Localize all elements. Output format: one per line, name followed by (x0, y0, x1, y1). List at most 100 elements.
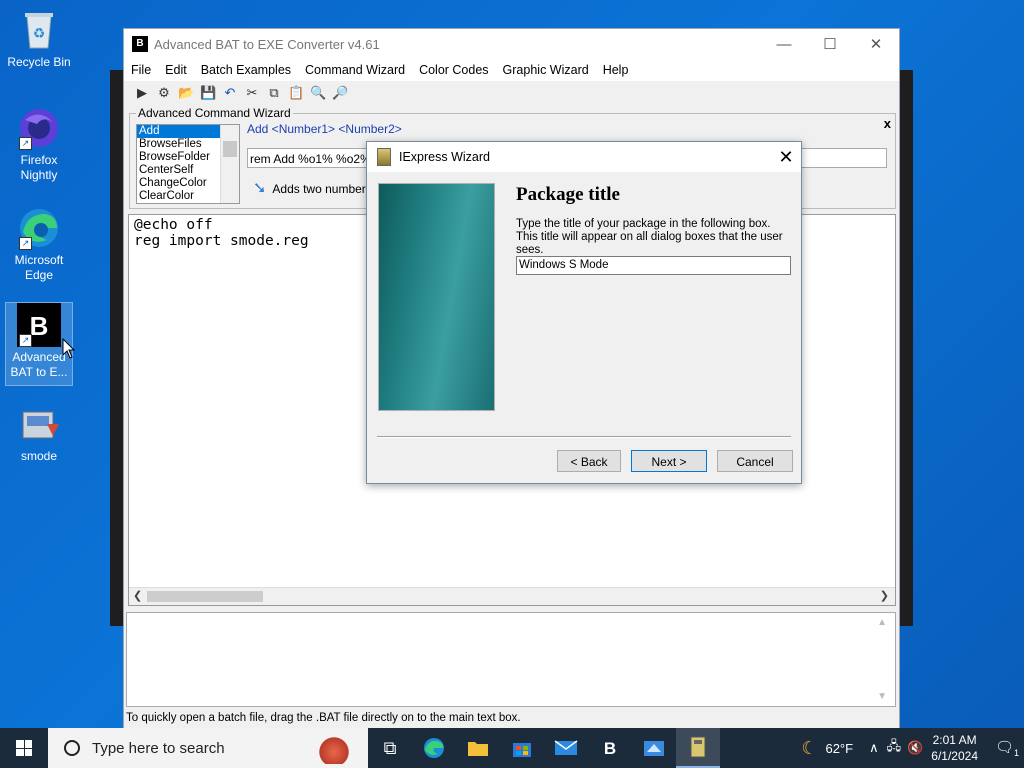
arrow-icon: ➘ (253, 180, 267, 197)
start-button[interactable] (0, 728, 48, 768)
shortcut-arrow-icon: ↗ (19, 237, 32, 250)
iexpress-icon (377, 148, 391, 166)
taskbar-mail[interactable] (544, 728, 588, 768)
menu-bar: File Edit Batch Examples Command Wizard … (124, 59, 899, 81)
notification-button[interactable]: 🗨1 (990, 738, 1024, 758)
dialog-separator (377, 436, 791, 438)
menu-command-wizard[interactable]: Command Wizard (305, 63, 405, 77)
edge-icon: ↗ (17, 206, 61, 250)
iexpress-dialog: IExpress Wizard ✕ Package title Type the… (366, 141, 802, 484)
edge-icon (424, 738, 444, 758)
copy-icon[interactable]: ⧉ (266, 85, 282, 101)
weather-temp[interactable]: 62°F (825, 741, 853, 756)
dialog-close-button[interactable]: ✕ (771, 147, 801, 168)
taskbar-sandbox[interactable] (632, 728, 676, 768)
horizontal-scrollbar[interactable]: ❮ ❯ (129, 587, 895, 605)
iexpress-icon (690, 736, 706, 758)
system-tray: ☾ 62°F ∧ 🖧 🔇 2:01 AM 6/1/2024 🗨1 (801, 728, 1024, 768)
zoom-out-icon[interactable]: 🔎 (332, 85, 348, 101)
title-bar[interactable]: B Advanced BAT to EXE Converter v4.61 — … (124, 29, 899, 59)
command-syntax: Add <Number1> <Number2> (247, 122, 402, 136)
wizard-banner-image (378, 183, 495, 411)
minimize-button[interactable]: — (761, 36, 807, 53)
chevron-up-icon[interactable]: ∧ (869, 740, 879, 756)
undo-icon[interactable]: ↶ (222, 85, 238, 101)
wizard-close-button[interactable]: x (884, 116, 891, 131)
search-icon (64, 740, 80, 756)
dialog-instructions: Type the title of your package in the fo… (516, 218, 783, 256)
desktop-icon-microsoft-edge[interactable]: ↗ Microsoft Edge (6, 206, 72, 283)
bat-converter-icon: B (604, 739, 616, 758)
command-list[interactable]: Add BrowseFiles BrowseFolder CenterSelf … (136, 124, 240, 204)
zoom-in-icon[interactable]: 🔍 (310, 85, 326, 101)
app-icon: B (132, 36, 148, 52)
bat-converter-icon: B ↗ (17, 303, 61, 347)
taskbar-edge[interactable] (412, 728, 456, 768)
paste-icon[interactable]: 📋 (288, 85, 304, 101)
next-button[interactable]: Next > (631, 450, 707, 472)
clock-time: 2:01 AM (932, 733, 977, 747)
search-highlight-icon (318, 734, 350, 764)
scroll-right-icon[interactable]: ❯ (880, 589, 889, 602)
open-folder-icon[interactable]: 📂 (178, 85, 194, 101)
build-icon[interactable]: ⚙ (156, 85, 172, 101)
window-title: Advanced BAT to EXE Converter v4.61 (154, 36, 380, 52)
taskbar-search[interactable]: Type here to search (48, 728, 368, 768)
taskbar-bat-converter[interactable]: B (588, 728, 632, 768)
taskbar-iexpress[interactable] (676, 728, 720, 768)
desktop-icon-label: Firefox Nightly (20, 153, 58, 182)
command-description: ➘ Adds two numbers a (253, 178, 382, 198)
list-scrollbar[interactable] (220, 125, 239, 203)
menu-graphic-wizard[interactable]: Graphic Wizard (503, 63, 589, 77)
status-bar: To quickly open a batch file, drag the .… (126, 712, 521, 724)
output-box[interactable]: ▲ ▼ (126, 612, 896, 707)
desktop-icon-recycle-bin[interactable]: ♻ Recycle Bin (6, 8, 72, 70)
desktop-icon-label: smode (20, 449, 58, 463)
menu-edit[interactable]: Edit (165, 63, 187, 77)
menu-file[interactable]: File (131, 63, 151, 77)
menu-batch-examples[interactable]: Batch Examples (201, 63, 291, 77)
toolbar: ▶ ⚙ 📂 💾 ↶ ✂ ⧉ 📋 🔍 🔎 (124, 81, 899, 105)
dialog-title-bar[interactable]: IExpress Wizard ✕ (367, 142, 801, 172)
package-title-input[interactable]: Windows S Mode (516, 256, 791, 275)
desktop-icon-label: Recycle Bin (7, 55, 71, 69)
run-icon[interactable]: ▶ (134, 85, 150, 101)
scroll-thumb[interactable] (147, 591, 263, 602)
clock-date: 6/1/2024 (931, 749, 978, 763)
cancel-button[interactable]: Cancel (717, 450, 793, 472)
wizard-legend: Advanced Command Wizard (136, 106, 293, 120)
close-button[interactable]: ✕ (853, 35, 899, 53)
back-button[interactable]: < Back (557, 450, 621, 472)
menu-help[interactable]: Help (603, 63, 629, 77)
scroll-up-icon[interactable]: ▲ (877, 617, 887, 628)
desktop-icon-firefox-nightly[interactable]: ↗ Firefox Nightly (6, 106, 72, 183)
save-icon[interactable]: 💾 (200, 85, 216, 101)
network-icon[interactable]: 🖧 (887, 737, 902, 759)
menu-color-codes[interactable]: Color Codes (419, 63, 488, 77)
taskbar-store[interactable] (500, 728, 544, 768)
recycle-bin-icon: ♻ (17, 8, 61, 52)
desktop-icon-smode[interactable]: smode (6, 402, 72, 464)
desktop-icon-label: Microsoft Edge (14, 253, 64, 282)
cut-icon[interactable]: ✂ (244, 85, 260, 101)
taskbar-file-explorer[interactable] (456, 728, 500, 768)
maximize-button[interactable]: ☐ (807, 35, 853, 53)
desktop-icon-label: Advanced BAT to E... (10, 350, 68, 379)
folder-icon (468, 742, 488, 756)
sandbox-icon (644, 741, 664, 756)
scroll-down-icon[interactable]: ▼ (877, 691, 887, 702)
task-view-button[interactable]: ⧉ (368, 728, 412, 768)
notification-icon: 🗨 (994, 739, 1015, 756)
store-icon (513, 743, 531, 757)
dialog-title: IExpress Wizard (399, 150, 490, 164)
shortcut-arrow-icon: ↗ (19, 137, 32, 150)
scroll-thumb[interactable] (223, 141, 237, 157)
mail-icon (554, 740, 578, 755)
svg-text:B: B (604, 739, 616, 758)
scroll-left-icon[interactable]: ❮ (133, 589, 142, 602)
clock[interactable]: 2:01 AM 6/1/2024 (931, 732, 978, 764)
volume-muted-icon[interactable]: 🔇 (907, 740, 923, 756)
taskbar: Type here to search ⧉ B ☾ 62°F ∧ 🖧 🔇 2:0… (0, 728, 1024, 768)
registry-file-icon (17, 402, 61, 446)
weather-icon[interactable]: ☾ (801, 738, 817, 759)
